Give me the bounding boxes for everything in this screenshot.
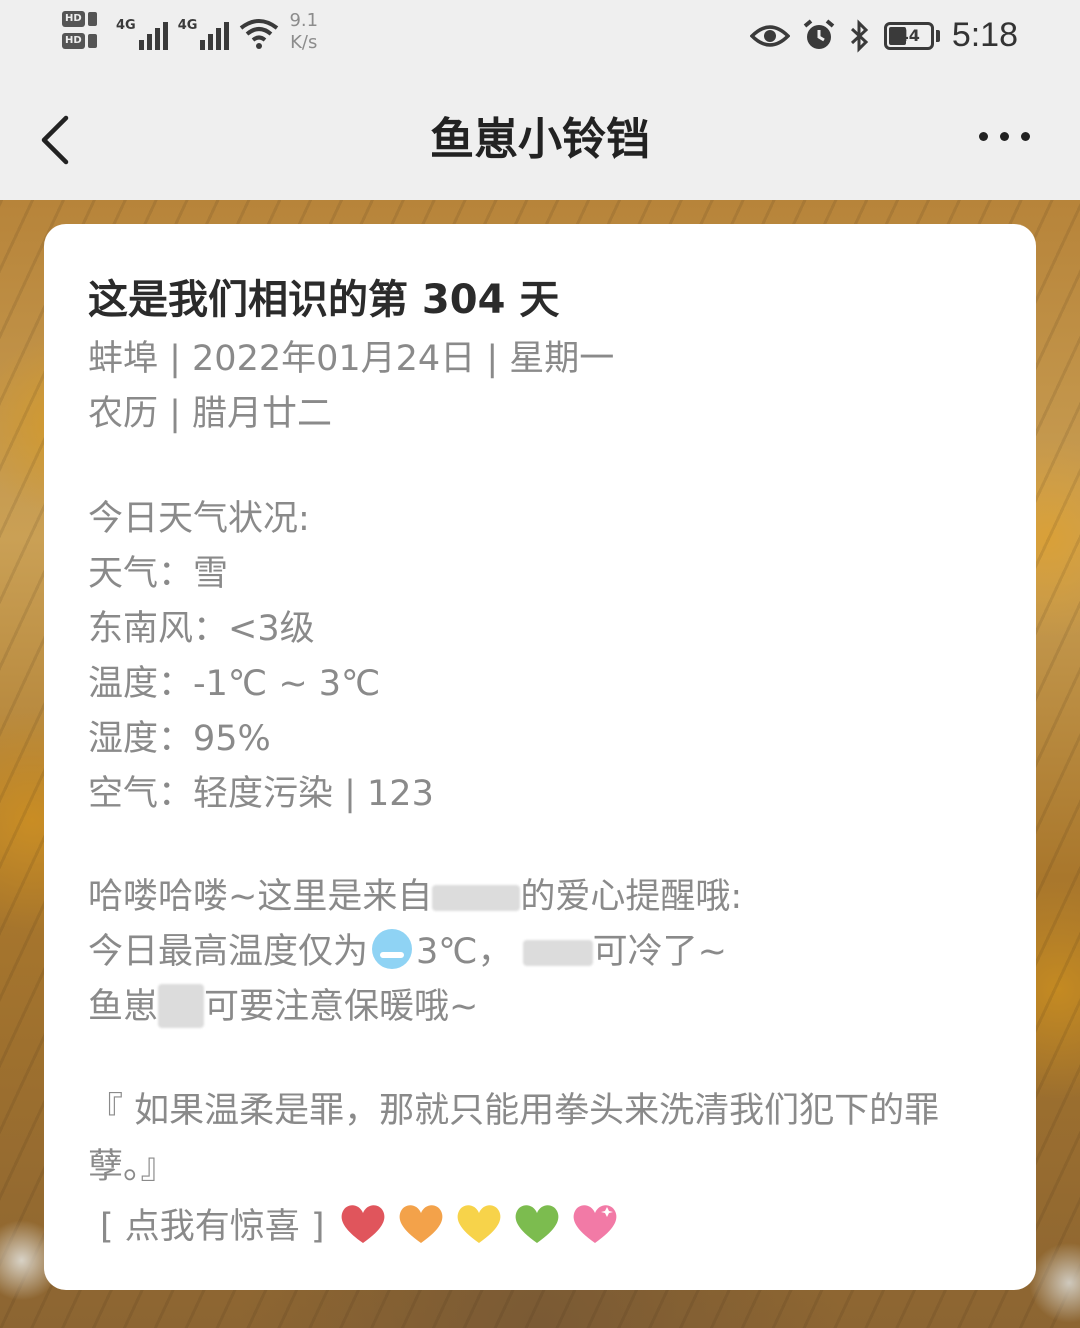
clock: 5:18 (951, 16, 1018, 54)
humidity-line: 湿度：95% (88, 719, 271, 759)
lunar-line: 农历 | 腊月廿二 (88, 394, 333, 434)
redacted-name (522, 940, 593, 966)
redacted-name (158, 984, 205, 1028)
orange-heart-icon (399, 1205, 442, 1243)
weather-line: 天气：雪 (88, 554, 229, 594)
status-bar-right: 44 5:18 (749, 16, 1018, 55)
page-title: 鱼崽小铃铛 (430, 114, 650, 165)
network-speed-unit: K/s (290, 32, 318, 53)
more-dot (1000, 132, 1009, 141)
battery-icon: 44 (883, 21, 934, 50)
reminder-text: 可冷了~ (592, 932, 727, 972)
temperature-line: 温度：-1℃ ~ 3℃ (88, 664, 381, 704)
surprise-link[interactable]: [ 点我有惊喜 ] (100, 1198, 325, 1249)
sparkling-heart-icon (573, 1205, 616, 1243)
eye-icon (749, 24, 790, 47)
reminder-text: 哈喽哈喽~这里是来自 (88, 877, 433, 917)
more-dot (979, 132, 988, 141)
alarm-icon (803, 18, 835, 49)
reminder-text: 的爱心提醒哦: (520, 877, 743, 917)
green-heart-icon (515, 1205, 558, 1243)
message-card: 这是我们相识的第 304 天 蚌埠 | 2022年01月24日 | 星期一 农历… (44, 224, 1036, 1290)
reminder-line-2: 今日最高温度仅为 3℃， 可冷了~ (88, 925, 996, 980)
signal-1-icon: 4G (116, 12, 168, 50)
network-speed: 9.1 K/s (289, 10, 318, 54)
signal-2-label: 4G (177, 18, 198, 33)
red-heart-icon (341, 1205, 384, 1243)
battery-tip (935, 29, 940, 42)
redacted-name (432, 885, 521, 911)
bluetooth-icon (850, 18, 868, 53)
hd-sim-1-icon: HD (62, 10, 106, 28)
signal-1-label: 4G (116, 18, 136, 33)
nav-bar: 鱼崽小铃铛 (0, 82, 1080, 200)
reminder-text: 可要注意保暖哦~ (204, 987, 479, 1027)
network-speed-value: 9.1 (289, 10, 319, 31)
more-options-button[interactable] (979, 132, 1030, 141)
wifi-icon (240, 19, 279, 49)
signal-2-icon: 4G (178, 12, 230, 50)
card-title: 这是我们相识的第 304 天 (88, 277, 560, 323)
reminder-text: 今日最高温度仅为 (88, 932, 369, 972)
hd-sim-2-icon: HD (62, 32, 106, 50)
date-line: 蚌埠 | 2022年01月24日 | 星期一 (88, 339, 615, 379)
status-bar: HD HD 4G 4G 9.1 K/s 44 5:18 (0, 0, 1080, 82)
yellow-heart-icon (457, 1205, 500, 1243)
weather-header: 今日天气状况: (88, 499, 310, 539)
surprise-row: [ 点我有惊喜 ] (100, 1195, 996, 1251)
hearts-row (339, 1201, 619, 1245)
battery-level: 44 (897, 26, 920, 45)
status-bar-left: HD HD 4G 4G 9.1 K/s (62, 8, 318, 54)
wind-line: 东南风：<3级 (88, 609, 315, 649)
quote-text: 『 如果温柔是罪，那就只能用拳头来洗清我们犯下的罪孽。』 (88, 1091, 940, 1187)
air-quality-line: 空气：轻度污染 | 123 (88, 774, 434, 814)
reminder-text: 鱼崽 (88, 987, 159, 1027)
reminder-line-1: 哈喽哈喽~这里是来自 的爱心提醒哦: (88, 870, 996, 925)
cold-face-emoji-icon (372, 929, 413, 969)
more-dot (1021, 132, 1030, 141)
reminder-text: 3℃， (416, 932, 513, 972)
message-card-content: 这是我们相识的第 304 天 蚌埠 | 2022年01月24日 | 星期一 农历… (88, 268, 996, 1251)
hd-indicators: HD HD (62, 10, 106, 50)
reminder-line-3: 鱼崽 可要注意保暖哦~ (88, 980, 996, 1035)
